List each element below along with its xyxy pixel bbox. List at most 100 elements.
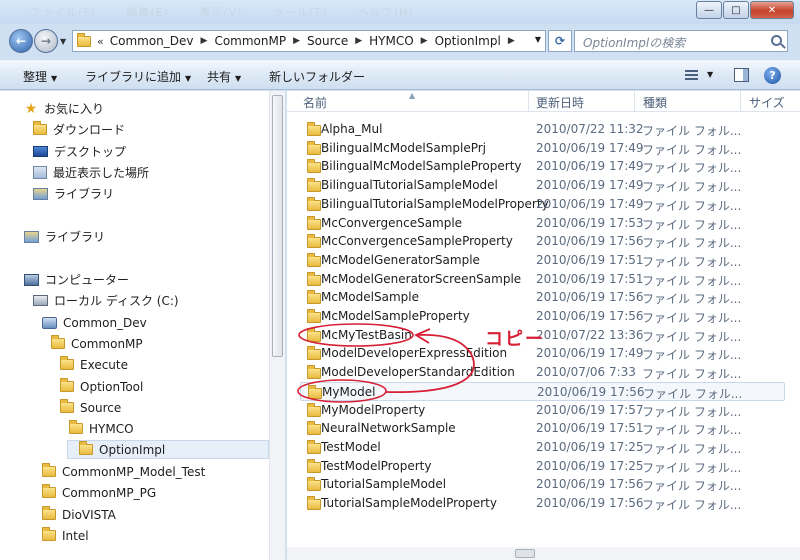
chevron-right-icon[interactable]: ▶	[355, 36, 362, 46]
folder-icon	[307, 252, 321, 267]
chevron-right-icon[interactable]: ▶	[421, 36, 428, 46]
horizontal-scrollbar[interactable]	[287, 547, 800, 560]
list-item[interactable]: BilingualTutorialSampleModelProperty 2010…	[300, 195, 785, 214]
list-item[interactable]: NeuralNetworkSample 2010/06/19 17:51 ファイル …	[300, 419, 785, 438]
breadcrumb-overflow[interactable]: «	[97, 35, 104, 48]
chevron-down-icon: ▼	[185, 74, 192, 83]
new-folder-button[interactable]: 新しいフォルダー	[269, 68, 365, 85]
nav-source[interactable]: Source	[60, 398, 121, 417]
minimize-button[interactable]: —	[696, 1, 722, 19]
list-item[interactable]: BilingualMcModelSampleProperty 2010/06/19…	[300, 157, 785, 176]
breadcrumb-hymco[interactable]: HYMCO	[369, 34, 414, 48]
nav-libraries[interactable]: ライブラリ	[24, 227, 105, 246]
close-button[interactable]: ✕	[750, 1, 794, 19]
list-item[interactable]: BilingualTutorialSampleModel 2010/06/19 1…	[300, 176, 785, 195]
nav-desktop[interactable]: デスクトップ	[33, 142, 126, 161]
menu-item[interactable]: 表示(V)	[199, 6, 242, 19]
list-item[interactable]: BilingualMcModelSamplePrj 2010/06/19 17:4…	[300, 139, 785, 158]
chevron-right-icon[interactable]: ▶	[201, 36, 208, 46]
breadcrumb-commonmp[interactable]: CommonMP	[214, 34, 286, 48]
nav-computer[interactable]: コンピューター	[24, 270, 129, 289]
nav-scrollbar-thumb[interactable]	[272, 95, 283, 357]
organize-button[interactable]: 整理 ▼	[23, 68, 57, 85]
view-options-icon[interactable]	[685, 70, 698, 81]
list-item[interactable]: McConvergenceSample 2010/06/19 17:53 ファイル …	[300, 214, 785, 233]
column-header-type[interactable]: 種類	[643, 94, 667, 111]
horizontal-scrollbar-thumb[interactable]	[515, 549, 535, 558]
column-header-size[interactable]: サイズ	[749, 94, 785, 111]
back-button[interactable]: ←	[9, 29, 33, 53]
library-icon	[24, 230, 39, 243]
file-date: 2010/06/19 17:49	[536, 196, 644, 211]
nav-optionimpl-selected[interactable]: OptionImpl	[67, 440, 269, 459]
nav-commonmp-pg[interactable]: CommonMP_PG	[42, 483, 156, 502]
list-item[interactable]: MyModelProperty 2010/06/19 17:57 ファイル フォル.…	[300, 401, 785, 420]
list-item[interactable]: McConvergenceSampleProperty 2010/06/19 17…	[300, 232, 785, 251]
list-item[interactable]: MyModel 2010/06/19 17:56 ファイル フォル...	[300, 381, 785, 401]
menu-item[interactable]: ヘルプ(H)	[358, 6, 414, 19]
list-item[interactable]: McModelGeneratorScreenSample 2010/06/19 1…	[300, 270, 785, 289]
list-item[interactable]: McModelSample 2010/06/19 17:56 ファイル フォル...	[300, 288, 785, 307]
column-divider[interactable]	[634, 91, 635, 112]
recent-pages-dropdown[interactable]: ▼	[60, 37, 66, 46]
nav-intel[interactable]: Intel	[42, 526, 89, 545]
file-name: BilingualTutorialSampleModelProperty	[321, 196, 549, 211]
column-header-name[interactable]: 名前	[303, 94, 327, 111]
share-button[interactable]: 共有 ▼	[207, 68, 241, 85]
nav-hymco[interactable]: HYMCO	[69, 419, 134, 438]
file-type: ファイル フォル...	[642, 479, 742, 494]
address-dropdown[interactable]: ▼	[535, 35, 541, 44]
list-item[interactable]: Alpha_Mul 2010/07/22 11:32 ファイル フォル...	[300, 120, 785, 139]
chevron-right-icon[interactable]: ▶	[508, 36, 515, 46]
search-input[interactable]: OptionImplの検索	[574, 30, 788, 52]
view-options-dropdown[interactable]: ▼	[707, 70, 713, 79]
menu-item[interactable]: ファイル(F)	[30, 6, 96, 19]
menu-item[interactable]: 編集(E)	[126, 6, 169, 19]
file-type: ファイル フォル...	[642, 460, 742, 475]
forward-button[interactable]: →	[34, 29, 58, 53]
nav-common-dev[interactable]: Common_Dev	[42, 313, 147, 332]
help-icon[interactable]: ?	[764, 67, 781, 84]
list-item[interactable]: TutorialSampleModel 2010/06/19 17:56 ファイル …	[300, 475, 785, 494]
file-name: McConvergenceSampleProperty	[321, 234, 513, 249]
breadcrumb-optionimpl[interactable]: OptionImpl	[435, 34, 501, 48]
column-header-date[interactable]: 更新日時	[536, 94, 584, 111]
file-name: ModelDeveloperExpressEdition	[321, 346, 508, 361]
file-name: TutorialSampleModel	[321, 477, 447, 492]
list-item[interactable]: TutorialSampleModelProperty 2010/06/19 17…	[300, 494, 785, 513]
add-to-library-button[interactable]: ライブラリに追加 ▼	[85, 68, 191, 85]
file-type: ファイル フォル...	[642, 142, 742, 157]
folder-icon	[307, 271, 321, 286]
nav-libraries-favorite[interactable]: ライブラリ	[33, 184, 114, 203]
nav-downloads[interactable]: ダウンロード	[33, 120, 125, 139]
file-date: 2010/06/19 17:49	[536, 159, 644, 174]
list-item[interactable]: McModelSampleProperty 2010/06/19 17:56 ファイ…	[300, 307, 785, 326]
list-item[interactable]: TestModelProperty 2010/06/19 17:25 ファイル フォ…	[300, 457, 785, 476]
address-bar[interactable]: « Common_Dev ▶ CommonMP ▶ Source ▶ HYMCO…	[72, 30, 546, 52]
column-divider[interactable]	[528, 91, 529, 112]
list-item[interactable]: TestModel 2010/06/19 17:25 ファイル フォル...	[300, 438, 785, 457]
nav-favorites[interactable]: ★ お気に入り	[24, 99, 104, 118]
file-type: ファイル フォル...	[642, 441, 742, 456]
nav-commonmp[interactable]: CommonMP	[51, 334, 143, 353]
breadcrumb-common-dev[interactable]: Common_Dev	[110, 34, 194, 48]
search-icon[interactable]	[771, 35, 782, 46]
list-item[interactable]: McModelGeneratorSample 2010/06/19 17:51 ファ…	[300, 251, 785, 270]
breadcrumb-source[interactable]: Source	[307, 34, 348, 48]
nav-recent-places[interactable]: 最近表示した場所	[33, 163, 149, 182]
nav-commonmp-model-test[interactable]: CommonMP_Model_Test	[42, 462, 205, 481]
menu-item[interactable]: ツール(T)	[273, 6, 327, 19]
nav-local-disk-c[interactable]: ローカル ディスク (C:)	[33, 291, 179, 310]
preview-pane-icon[interactable]	[734, 68, 749, 82]
list-item[interactable]: ModelDeveloperStandardEdition 2010/07/06 …	[300, 363, 785, 382]
refresh-button[interactable]: ⟳	[548, 30, 572, 52]
column-divider[interactable]	[740, 91, 741, 112]
library-icon	[33, 187, 48, 200]
nav-execute[interactable]: Execute	[60, 355, 128, 374]
maximize-button[interactable]: □	[723, 1, 749, 19]
sort-ascending-icon: ▲	[409, 91, 416, 100]
nav-diovista[interactable]: DioVISTA	[42, 505, 116, 524]
nav-optiontool[interactable]: OptionTool	[60, 377, 143, 396]
chevron-right-icon[interactable]: ▶	[293, 36, 300, 46]
folder-icon	[307, 365, 321, 380]
